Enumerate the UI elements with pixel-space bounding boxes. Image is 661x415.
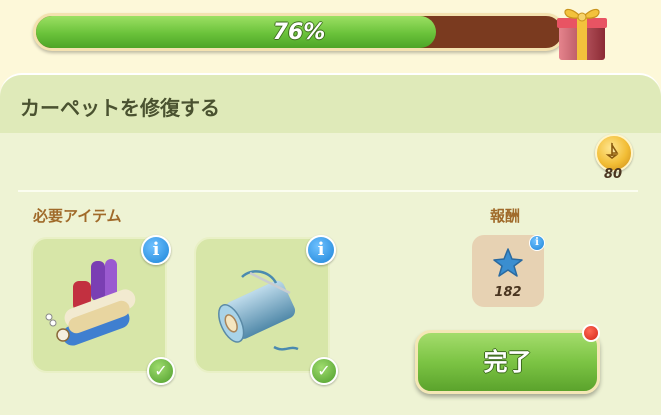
- completed-check-icon: ✓: [310, 357, 338, 385]
- reward-info-icon[interactable]: i: [529, 235, 545, 251]
- divider: [18, 190, 638, 192]
- progress-bar: 76%: [33, 13, 565, 51]
- coin-amount: 80: [603, 167, 623, 182]
- coin-reward: 80: [592, 134, 634, 184]
- required-items-label: 必要アイテム: [33, 207, 122, 225]
- panel-title: カーペットを修復する: [20, 96, 220, 120]
- required-item-thread[interactable]: i ✓: [194, 235, 338, 385]
- complete-button[interactable]: 完了: [415, 330, 600, 394]
- panel-header: カーペットを修復する: [0, 75, 661, 133]
- completed-check-icon: ✓: [147, 357, 175, 385]
- progress-percent: 76%: [272, 20, 326, 45]
- gift-box-icon[interactable]: [551, 0, 613, 62]
- notification-dot: [582, 324, 600, 342]
- item-info-icon[interactable]: i: [306, 235, 336, 265]
- required-item-fabric[interactable]: i ✓: [31, 235, 175, 385]
- reward-label: 報酬: [490, 207, 521, 225]
- reward-amount: 182: [494, 285, 522, 300]
- item-info-icon[interactable]: i: [141, 235, 171, 265]
